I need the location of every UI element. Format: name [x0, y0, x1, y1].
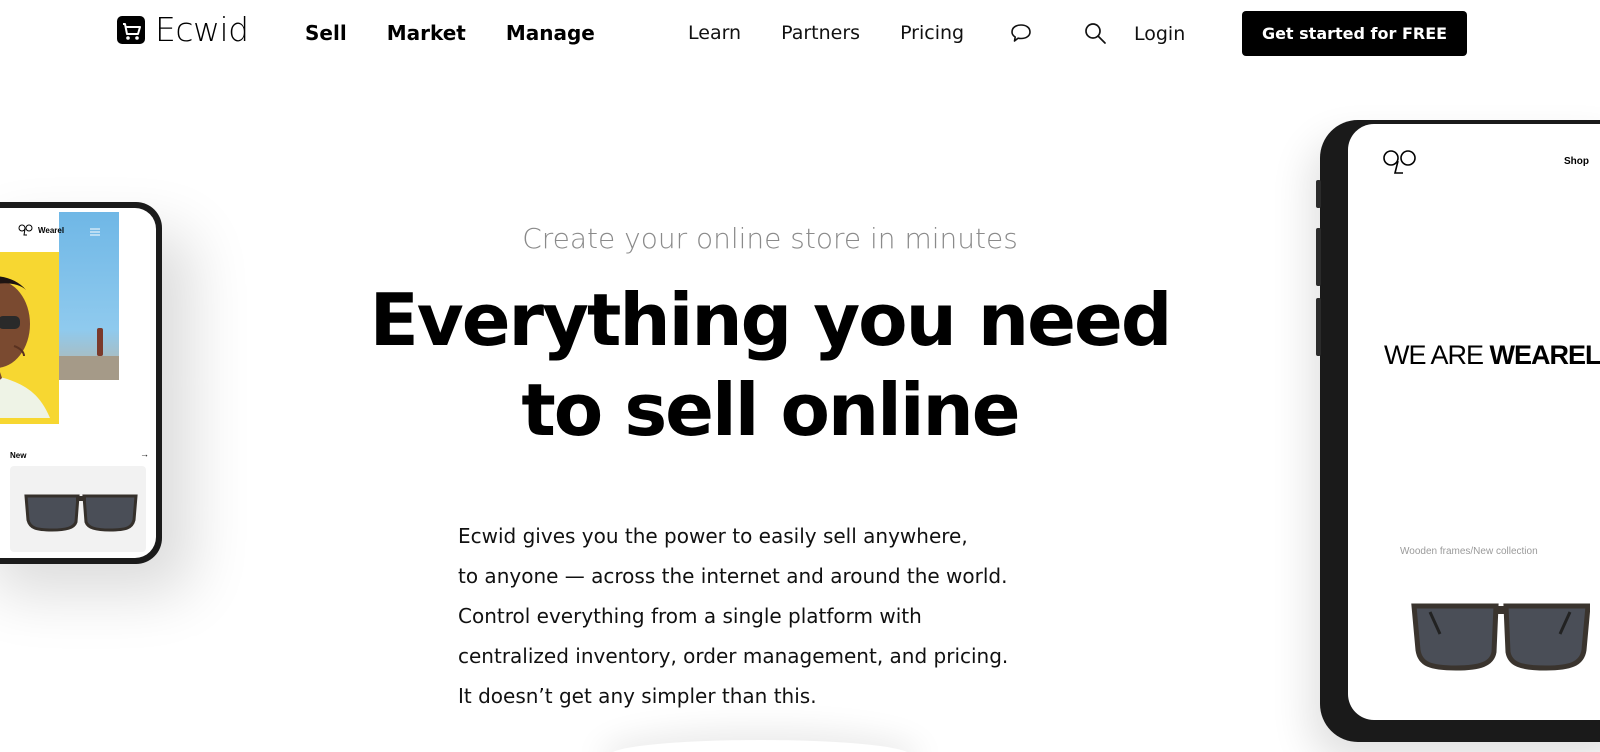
- wall-photo: [59, 356, 119, 380]
- hero-description: Ecwid gives you the power to easily sell…: [458, 516, 1098, 716]
- nav-sell[interactable]: Sell: [305, 20, 347, 46]
- nav-pricing[interactable]: Pricing: [900, 20, 964, 46]
- hero-subtitle: Create your online store in minutes: [522, 222, 1018, 255]
- headline-highlight-text: sell online: [624, 368, 1020, 452]
- tablet-mockup: Shop WE ARE WEAREL Wooden frames/New col…: [1316, 120, 1600, 742]
- nav-partners[interactable]: Partners: [781, 20, 860, 46]
- search-icon[interactable]: [1083, 21, 1107, 45]
- headline-line-1: Everything you need: [369, 278, 1173, 362]
- sunglasses-image: [1411, 603, 1590, 671]
- arrow-right-icon: →: [140, 449, 149, 459]
- headline-prefix: to: [521, 368, 625, 452]
- model-portrait: [0, 276, 50, 418]
- site-header: Ecwid Sell Market Manage Learn Partners …: [0, 0, 1600, 68]
- tablet-headline-bold: WEAREL: [1489, 340, 1600, 370]
- chat-bubble-icon[interactable]: [1009, 21, 1033, 45]
- glasses-logo-icon: [18, 224, 33, 236]
- sky-photo: [59, 212, 119, 380]
- shop-nav-label: Shop: [1564, 156, 1589, 167]
- description-line: to anyone — across the internet and arou…: [458, 564, 1008, 588]
- description-line: Control everything from a single platfor…: [458, 604, 922, 628]
- device-button: [1316, 298, 1321, 356]
- sunglasses-image: [24, 494, 138, 532]
- description-line: Ecwid gives you the power to easily sell…: [458, 524, 968, 548]
- headline-line-2: to sell online: [0, 365, 1540, 455]
- nav-manage[interactable]: Manage: [506, 20, 595, 46]
- device-button: [1316, 228, 1321, 286]
- primary-nav: Sell Market Manage: [305, 20, 635, 46]
- login-link[interactable]: Login: [1134, 21, 1185, 47]
- get-started-button[interactable]: Get started for FREE: [1242, 11, 1467, 56]
- logo-text: Ecwid: [155, 10, 249, 49]
- decorative-shadow: [610, 740, 910, 752]
- glasses-logo-icon: [1383, 150, 1416, 174]
- tablet-headline: WE ARE WEAREL: [1384, 340, 1600, 371]
- phone-mockup: Wearel New →: [0, 202, 162, 564]
- hero-headline: Everything you need to sell online: [0, 275, 1540, 455]
- nav-learn[interactable]: Learn: [688, 20, 741, 46]
- hamburger-menu-icon: [90, 228, 100, 236]
- tablet-headline-light: WE ARE: [1384, 340, 1490, 370]
- description-line: centralized inventory, order management,…: [458, 644, 1009, 668]
- nav-market[interactable]: Market: [387, 20, 466, 46]
- secondary-nav: Learn Partners Pricing: [688, 20, 1004, 46]
- person-figure: [97, 328, 103, 356]
- description-line: It doesn’t get any simpler than this.: [458, 684, 817, 708]
- ecwid-logo[interactable]: Ecwid: [116, 12, 249, 48]
- cart-logo-icon: [117, 16, 145, 44]
- headline-highlight: sell online: [616, 365, 1029, 455]
- phone-brand-name: Wearel: [38, 226, 65, 235]
- device-button: [1316, 180, 1321, 208]
- collection-caption: Wooden frames/New collection: [1400, 546, 1538, 557]
- phone-screen: Wearel New →: [0, 208, 156, 558]
- new-section-label: New: [10, 451, 27, 460]
- tablet-screen: Shop WE ARE WEAREL Wooden frames/New col…: [1348, 124, 1600, 720]
